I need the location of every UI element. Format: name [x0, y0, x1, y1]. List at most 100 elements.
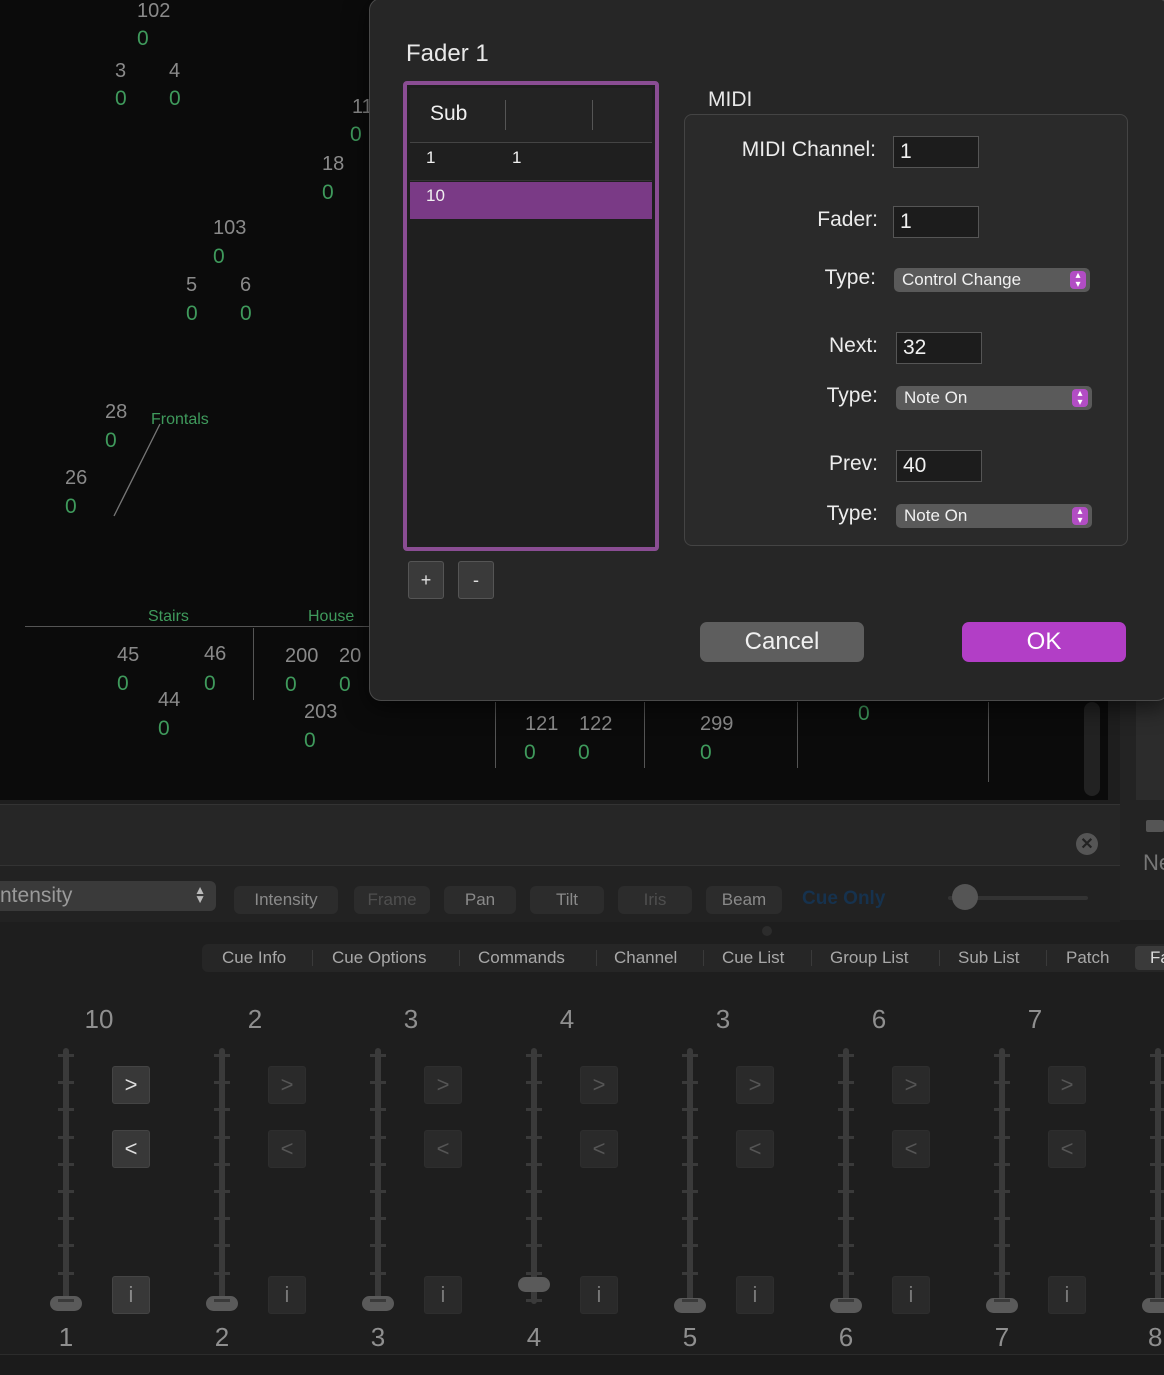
fader-track[interactable]: [843, 1048, 849, 1304]
parameter-select[interactable]: ntensity ▲ ▼: [0, 881, 216, 911]
fader-sub-number: 3: [403, 1004, 419, 1034]
tab-cue-info[interactable]: Cue Info: [222, 944, 286, 972]
attr-button-intensity[interactable]: Intensity: [234, 886, 338, 914]
fader-info-button[interactable]: i: [424, 1276, 462, 1314]
fader-number: 7: [994, 1322, 1010, 1352]
attr-button-beam[interactable]: Beam: [706, 886, 782, 914]
fader-field[interactable]: 1: [893, 206, 979, 238]
fader-tick: [838, 1244, 854, 1248]
tab-cue-options[interactable]: Cue Options: [332, 944, 427, 972]
fader-track[interactable]: [531, 1048, 537, 1304]
channel-number: 4: [169, 60, 181, 82]
fader-track[interactable]: [687, 1048, 693, 1304]
fader-prev-button[interactable]: <: [424, 1130, 462, 1168]
fader-number: 8: [1148, 1322, 1163, 1352]
table-cell-value[interactable]: 1: [512, 148, 521, 168]
sub-table[interactable]: [403, 81, 659, 551]
ok-button[interactable]: OK: [962, 622, 1126, 662]
fader-tick: [1150, 1271, 1164, 1275]
fader-handle[interactable]: [518, 1277, 550, 1292]
level-slider-knob[interactable]: [952, 884, 978, 910]
tab-channel[interactable]: Channel: [614, 944, 677, 972]
column-header-sub[interactable]: Sub: [430, 102, 467, 126]
next-label: Next:: [828, 334, 878, 357]
fader-info-button[interactable]: i: [112, 1276, 150, 1314]
fader-tick: [526, 1217, 542, 1221]
splitter-dot[interactable]: [762, 926, 772, 936]
chevron-updown-icon: ▴ ▾: [1070, 271, 1086, 290]
fader-tick: [838, 1108, 854, 1112]
fader-next-button[interactable]: >: [1048, 1066, 1086, 1104]
channel-level: 0: [304, 729, 316, 752]
fader-tick: [1150, 1217, 1164, 1221]
fader-track[interactable]: [999, 1048, 1005, 1304]
fader-type-select[interactable]: Control Change ▴ ▾: [894, 268, 1090, 292]
fader-prev-button[interactable]: <: [1048, 1130, 1086, 1168]
tab-sub-list[interactable]: Sub List: [958, 944, 1019, 972]
attr-button-tilt[interactable]: Tilt: [530, 886, 604, 914]
fader-next-button[interactable]: >: [112, 1066, 150, 1104]
fader-next-button[interactable]: >: [580, 1066, 618, 1104]
fader-track[interactable]: [1155, 1048, 1161, 1304]
fader-next-button[interactable]: >: [424, 1066, 462, 1104]
prev-field[interactable]: 40: [896, 450, 982, 482]
prev-type-select[interactable]: Note On ▴ ▾: [896, 504, 1092, 528]
prev-label: Prev:: [828, 452, 878, 475]
fader-prev-button[interactable]: <: [112, 1130, 150, 1168]
channel-number: 28: [105, 401, 128, 423]
fader-tick: [526, 1190, 542, 1193]
attr-button-pan[interactable]: Pan: [444, 886, 516, 914]
remove-row-button[interactable]: -: [458, 561, 494, 599]
cancel-button[interactable]: Cancel: [700, 622, 864, 662]
fader-tick: [58, 1081, 74, 1085]
command-bar: [0, 804, 1120, 866]
next-field[interactable]: 32: [896, 332, 982, 364]
fader-tick: [370, 1162, 386, 1166]
fader-info-button[interactable]: i: [580, 1276, 618, 1314]
attr-button-iris[interactable]: Iris: [618, 886, 692, 914]
cue-only-toggle[interactable]: Cue Only: [802, 888, 885, 910]
tab-commands[interactable]: Commands: [478, 944, 565, 972]
channel-level: 0: [524, 741, 536, 764]
close-icon[interactable]: ✕: [1076, 833, 1098, 855]
stage-scrollbar[interactable]: [1084, 702, 1100, 796]
add-row-button[interactable]: +: [408, 561, 444, 599]
attr-button-frame[interactable]: Frame: [354, 886, 430, 914]
fader-info-button[interactable]: i: [1048, 1276, 1086, 1314]
tab-faders[interactable]: Fa: [1150, 944, 1164, 972]
fader-prev-button[interactable]: <: [892, 1130, 930, 1168]
fader-tick: [214, 1135, 230, 1139]
tab-cue-list[interactable]: Cue List: [722, 944, 784, 972]
fader-tick: [1150, 1135, 1164, 1139]
fader-tick: [838, 1298, 854, 1302]
fader-prev-button[interactable]: <: [268, 1130, 306, 1168]
fader-tick: [838, 1054, 854, 1057]
tab-separator: [811, 950, 812, 966]
midi-channel-field[interactable]: 1: [893, 136, 979, 168]
fader-track[interactable]: [219, 1048, 225, 1304]
fader-next-button[interactable]: >: [892, 1066, 930, 1104]
fader-sub-number: 3: [715, 1004, 731, 1034]
fader-tick: [58, 1135, 74, 1139]
tab-patch[interactable]: Patch: [1066, 944, 1109, 972]
channel-number: 102: [137, 0, 171, 22]
fader-tick: [994, 1271, 1010, 1275]
midi-section-title: MIDI: [708, 88, 753, 111]
tab-group-list[interactable]: Group List: [830, 944, 908, 972]
table-cell-sub[interactable]: 1: [426, 148, 435, 168]
fader-prev-button[interactable]: <: [736, 1130, 774, 1168]
fader-prev-button[interactable]: <: [580, 1130, 618, 1168]
fader-track[interactable]: [63, 1048, 69, 1304]
fader-info-button[interactable]: i: [892, 1276, 930, 1314]
next-type-select[interactable]: Note On ▴ ▾: [896, 386, 1092, 410]
channel-level: 0: [158, 717, 170, 740]
fader-next-button[interactable]: >: [268, 1066, 306, 1104]
fader-info-button[interactable]: i: [268, 1276, 306, 1314]
right-panel-icon[interactable]: [1146, 820, 1164, 832]
table-row-selected[interactable]: [410, 182, 652, 219]
fader-sub-number: 7: [1027, 1004, 1043, 1034]
table-cell-sub[interactable]: 10: [426, 186, 445, 206]
fader-track[interactable]: [375, 1048, 381, 1304]
fader-next-button[interactable]: >: [736, 1066, 774, 1104]
fader-info-button[interactable]: i: [736, 1276, 774, 1314]
